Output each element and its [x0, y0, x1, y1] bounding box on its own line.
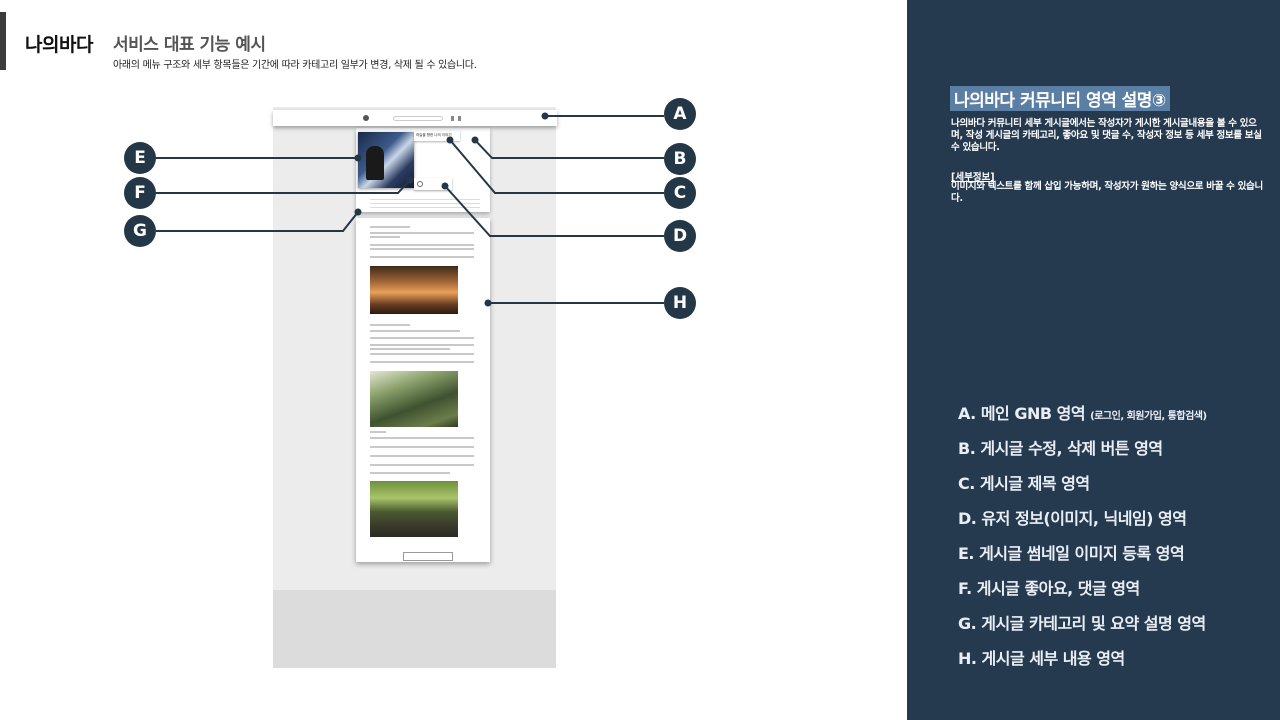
- panel-title: 나의바다 커뮤니티 영역 설명③: [950, 86, 1170, 111]
- callout-d: D: [664, 220, 696, 252]
- anchor-dot: [441, 182, 449, 190]
- anchor-dot: [354, 154, 362, 162]
- slide: 나의바다 서비스 대표 기능 예시 아래의 메뉴 구조와 세부 항목들은 기간에…: [0, 0, 1280, 720]
- connector-b: [474, 139, 664, 159]
- anchor-dot: [471, 136, 479, 144]
- legend-item-b: B. 게시글 수정, 삭제 버튼 영역: [958, 439, 1163, 458]
- legend-list: A. 메인 GNB 영역 (로그인, 회원가입, 통합검색) B. 게시글 수정…: [958, 400, 1207, 680]
- anchor-dot: [354, 208, 362, 216]
- callout-c: C: [664, 177, 696, 209]
- anchor-dot: [406, 176, 414, 184]
- connector-f: [156, 179, 411, 194]
- legend-item-d: D. 유저 정보(이미지, 닉네임) 영역: [958, 509, 1187, 528]
- anchor-dot: [541, 112, 549, 120]
- connector-g: [156, 211, 359, 232]
- legend-item-a: A. 메인 GNB 영역 (로그인, 회원가입, 통합검색): [958, 404, 1207, 423]
- callout-e: E: [124, 142, 156, 174]
- legend-item-f: F. 게시글 좋아요, 댓글 영역: [958, 579, 1140, 598]
- legend-item-h: H. 게시글 세부 내용 영역: [958, 649, 1125, 668]
- anchor-dot: [484, 299, 492, 307]
- callout-b: B: [664, 143, 696, 175]
- anchor-dot: [446, 136, 454, 144]
- legend-item-g: G. 게시글 카테고리 및 요약 설명 영역: [958, 614, 1206, 633]
- callout-h: H: [664, 287, 696, 319]
- legend-item-c: C. 게시글 제목 영역: [958, 474, 1090, 493]
- panel-description: 나의바다 커뮤니티 세부 게시글에서는 작성자가 게시한 게시글내용을 볼 수 …: [951, 118, 1262, 153]
- legend-item-e: E. 게시글 썸네일 이미지 등록 영역: [958, 544, 1185, 563]
- panel-subdescription: 이미지와 텍스트를 함께 삽입 가능하며, 작성자가 원하는 양식으로 바꿀 수…: [951, 181, 1263, 204]
- callout-f: F: [124, 177, 156, 209]
- callout-a: A: [664, 98, 696, 130]
- callout-g: G: [124, 215, 156, 247]
